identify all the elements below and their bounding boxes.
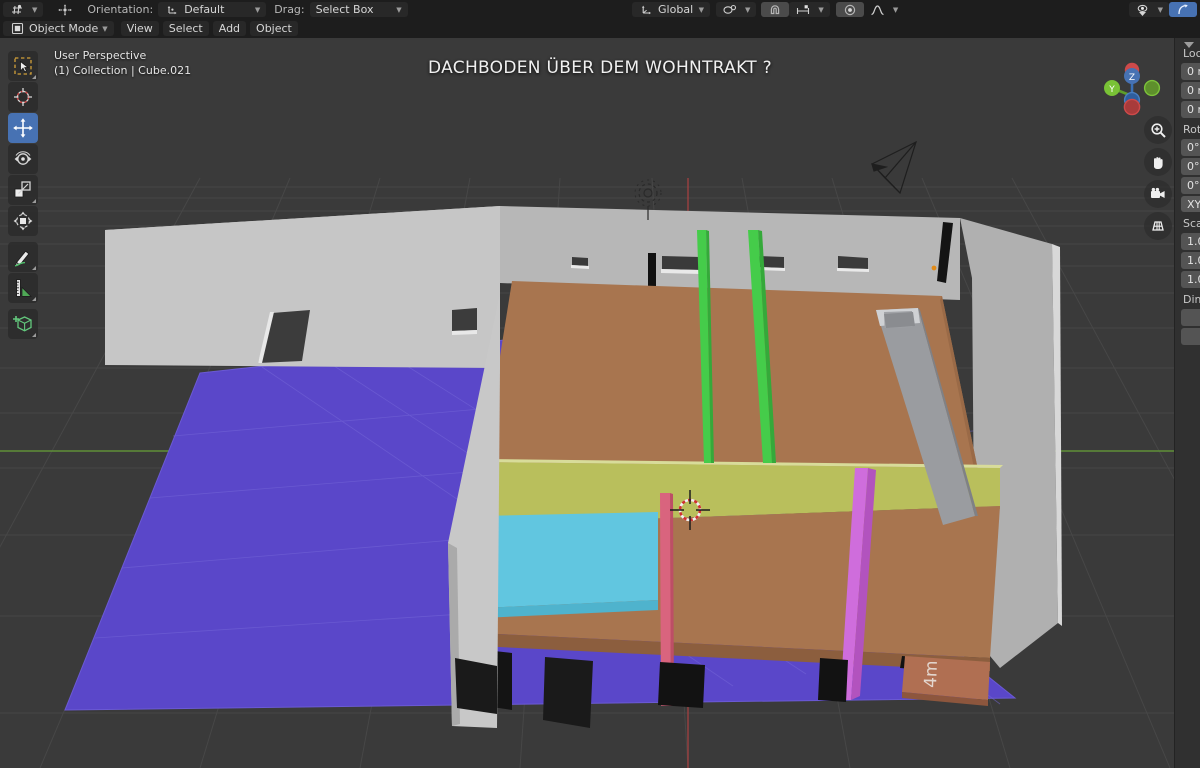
proportional-editing-icon	[722, 2, 738, 17]
falloff-curve-icon	[870, 2, 886, 17]
drag-label: Drag:	[266, 3, 309, 16]
editor-type-chevron: ▼	[32, 6, 37, 14]
location-z-field[interactable]: 0 m	[1181, 101, 1200, 118]
menu-object[interactable]: Object	[250, 21, 298, 36]
orientation-dropdown[interactable]: Default ▼	[158, 2, 266, 17]
orientation-value: Default	[184, 3, 224, 16]
location-x-field[interactable]: 0 m	[1181, 63, 1200, 80]
snap-magnet-icon	[767, 2, 783, 17]
rotate-tool[interactable]	[8, 144, 38, 174]
proportional-object-toggle[interactable]	[836, 2, 864, 17]
rotation-z-field[interactable]: 0°	[1181, 177, 1200, 194]
scene-geometry: 4m	[0, 38, 1200, 768]
transform-pivot-icon	[57, 2, 73, 17]
cyan-panel	[481, 512, 658, 608]
visibility-chevron: ▼	[1158, 6, 1163, 14]
duct-opening	[884, 312, 915, 328]
snap-magnet-toggle[interactable]	[761, 2, 789, 17]
snap-target-dropdown[interactable]: ▼	[789, 2, 829, 17]
add-cube-tool[interactable]	[8, 309, 38, 339]
falloff-chevron: ▼	[893, 6, 898, 14]
mode-value: Object Mode	[29, 22, 98, 35]
pan-button[interactable]	[1144, 148, 1172, 176]
gizmo-axis-z-label: Z	[1129, 73, 1135, 83]
clerestory-window-2	[662, 256, 700, 270]
clerestory-window-4	[838, 256, 868, 269]
orientation-label: Orientation:	[79, 3, 158, 16]
snap-target-chevron: ▼	[818, 6, 823, 14]
support-pillar-4	[818, 658, 848, 702]
transform-pivot-button[interactable]	[51, 2, 79, 17]
visibility-dropdown[interactable]: ▼	[1129, 2, 1169, 17]
section-title-dimensions: Dimensions	[1183, 293, 1200, 306]
clerestory-window-1	[572, 257, 588, 266]
support-pillar-2	[543, 657, 593, 728]
orientation-axes-icon	[164, 2, 180, 17]
toggle-perspective-button[interactable]	[1144, 212, 1172, 240]
visibility-eye-icon	[1135, 2, 1151, 17]
proportional-object-icon	[842, 2, 858, 17]
sidebar-n-panel[interactable]: Location 0 m 0 m 0 m Rotation 0° 0° 0° X…	[1174, 38, 1200, 768]
dimensions-y-field[interactable]	[1181, 328, 1200, 345]
editor-type-icon	[9, 2, 25, 17]
wall-opening-small	[452, 308, 477, 331]
mode-chevron: ▼	[102, 25, 107, 33]
proportional-editing-group[interactable]: ▼	[716, 2, 756, 17]
menu-select[interactable]: Select	[163, 21, 209, 36]
rotation-y-field[interactable]: 0°	[1181, 158, 1200, 175]
gizmo-toggle-button[interactable]	[1169, 2, 1197, 17]
viewport-header-mode: Object Mode ▼ View Select Add Object	[0, 19, 1200, 38]
cursor-tool[interactable]	[8, 82, 38, 112]
3d-viewport[interactable]: 4m User Perspective (1) Collection | Cub…	[0, 38, 1200, 768]
transform-orientation-value: Global	[658, 3, 693, 16]
viewport-toolbar	[8, 51, 38, 339]
mode-dropdown[interactable]: Object Mode ▼	[3, 21, 114, 36]
drag-dropdown[interactable]: Select Box ▼	[310, 2, 408, 17]
viewport-header-top: ▼ Orientation:	[0, 0, 1200, 19]
support-pillar-3	[658, 662, 705, 708]
orientation-chevron: ▼	[255, 6, 260, 14]
proportional-chevron: ▼	[745, 6, 750, 14]
drag-value: Select Box	[316, 3, 374, 16]
location-y-field[interactable]: 0 m	[1181, 82, 1200, 99]
transform-tool[interactable]	[8, 206, 38, 236]
viewport-nav-buttons	[1144, 116, 1172, 240]
falloff-dropdown[interactable]: ▼	[864, 2, 904, 17]
scale-tool[interactable]	[8, 175, 38, 205]
gizmo-arrow-icon	[1175, 2, 1191, 17]
object-mode-icon	[9, 21, 25, 36]
measure-tool[interactable]	[8, 273, 38, 303]
transform-orientation-chevron: ▼	[699, 6, 704, 14]
tweak-select-box-tool[interactable]	[8, 51, 38, 81]
section-title-rotation: Rotation	[1183, 123, 1200, 136]
scale-z-field[interactable]: 1.000	[1181, 271, 1200, 288]
camera-view-button[interactable]	[1144, 180, 1172, 208]
editor-type-button[interactable]: ▼	[3, 2, 43, 17]
annotate-tool[interactable]	[8, 242, 38, 272]
zoom-button[interactable]	[1144, 116, 1172, 144]
dimensions-x-field[interactable]	[1181, 309, 1200, 326]
scene-annotation: 4m	[921, 660, 942, 688]
move-tool[interactable]	[8, 113, 38, 143]
global-axes-icon	[638, 2, 654, 17]
left-wall-dark-base	[455, 658, 497, 714]
transform-orientation-dropdown[interactable]: Global ▼	[632, 2, 710, 17]
camera-object	[872, 142, 916, 193]
scale-x-field[interactable]: 1.000	[1181, 233, 1200, 250]
scale-y-field[interactable]: 1.000	[1181, 252, 1200, 269]
blender-window: ▼ Orientation:	[0, 0, 1200, 768]
section-title-scale: Scale	[1183, 217, 1200, 230]
gizmo-axis-y-label: Y	[1108, 85, 1115, 95]
snap-increment-icon	[795, 2, 811, 17]
rotation-mode-button[interactable]: XYZ Euler	[1181, 196, 1200, 212]
section-title-location: Location	[1183, 47, 1200, 60]
rotation-x-field[interactable]: 0°	[1181, 139, 1200, 156]
menu-add[interactable]: Add	[213, 21, 246, 36]
menu-view[interactable]: View	[121, 21, 159, 36]
drag-chevron: ▼	[396, 6, 401, 14]
